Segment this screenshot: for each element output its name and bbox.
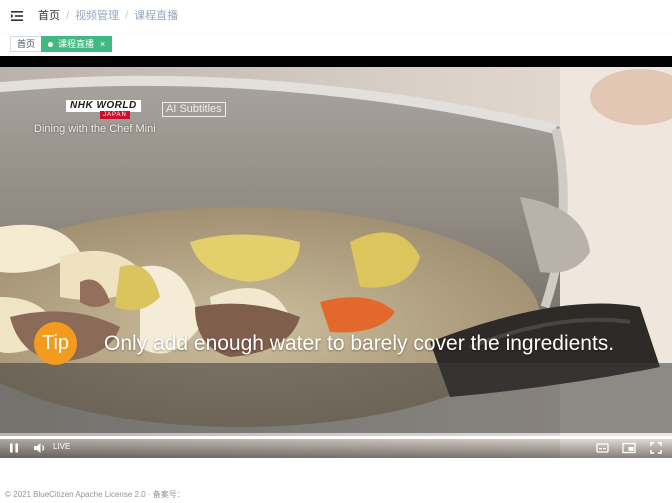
show-title: Dining with the Chef Mini	[34, 123, 156, 135]
live-label: LIVE	[53, 442, 71, 451]
close-icon[interactable]: ×	[100, 37, 105, 51]
progress-bar[interactable]	[0, 436, 672, 439]
captions-icon[interactable]	[596, 441, 609, 459]
channel-logo-sub: JAPAN	[100, 111, 130, 119]
tip-badge: Tip	[34, 322, 77, 365]
picture-in-picture-icon[interactable]	[622, 441, 636, 459]
breadcrumb: 首页 / 视频管理 / 课程直播	[38, 9, 178, 23]
tags-view: 首页 课程直播 ×	[0, 34, 672, 57]
breadcrumb-course-live: 课程直播	[134, 10, 179, 22]
breadcrumb-separator: /	[125, 10, 129, 22]
tag-course-live-label: 课程直播	[58, 39, 95, 49]
tag-course-live[interactable]: 课程直播 ×	[41, 36, 113, 52]
control-bar	[0, 436, 672, 458]
video-subtitle: Only add enough water to barely cover th…	[104, 332, 615, 355]
tag-home[interactable]: 首页	[10, 36, 43, 52]
hamburger-icon[interactable]	[10, 9, 24, 23]
breadcrumb-video-management[interactable]: 视频管理	[75, 9, 119, 23]
video-player[interactable]: NHK WORLD JAPAN Dining with the Chef Min…	[0, 56, 672, 458]
breadcrumb-separator: /	[66, 10, 70, 22]
navbar: 首页 / 视频管理 / 课程直播	[0, 0, 672, 35]
active-dot	[48, 41, 53, 47]
footer-text: © 2021 BlueCitizen Apache License 2.0 · …	[5, 490, 185, 499]
subtitle-band	[0, 363, 672, 433]
fullscreen-icon[interactable]	[650, 441, 662, 459]
pause-icon[interactable]	[8, 441, 20, 459]
volume-icon[interactable]	[33, 441, 47, 459]
ai-subtitles-badge: AI Subtitles	[162, 102, 226, 117]
progress-fill	[0, 436, 672, 439]
breadcrumb-home[interactable]: 首页	[38, 9, 60, 23]
